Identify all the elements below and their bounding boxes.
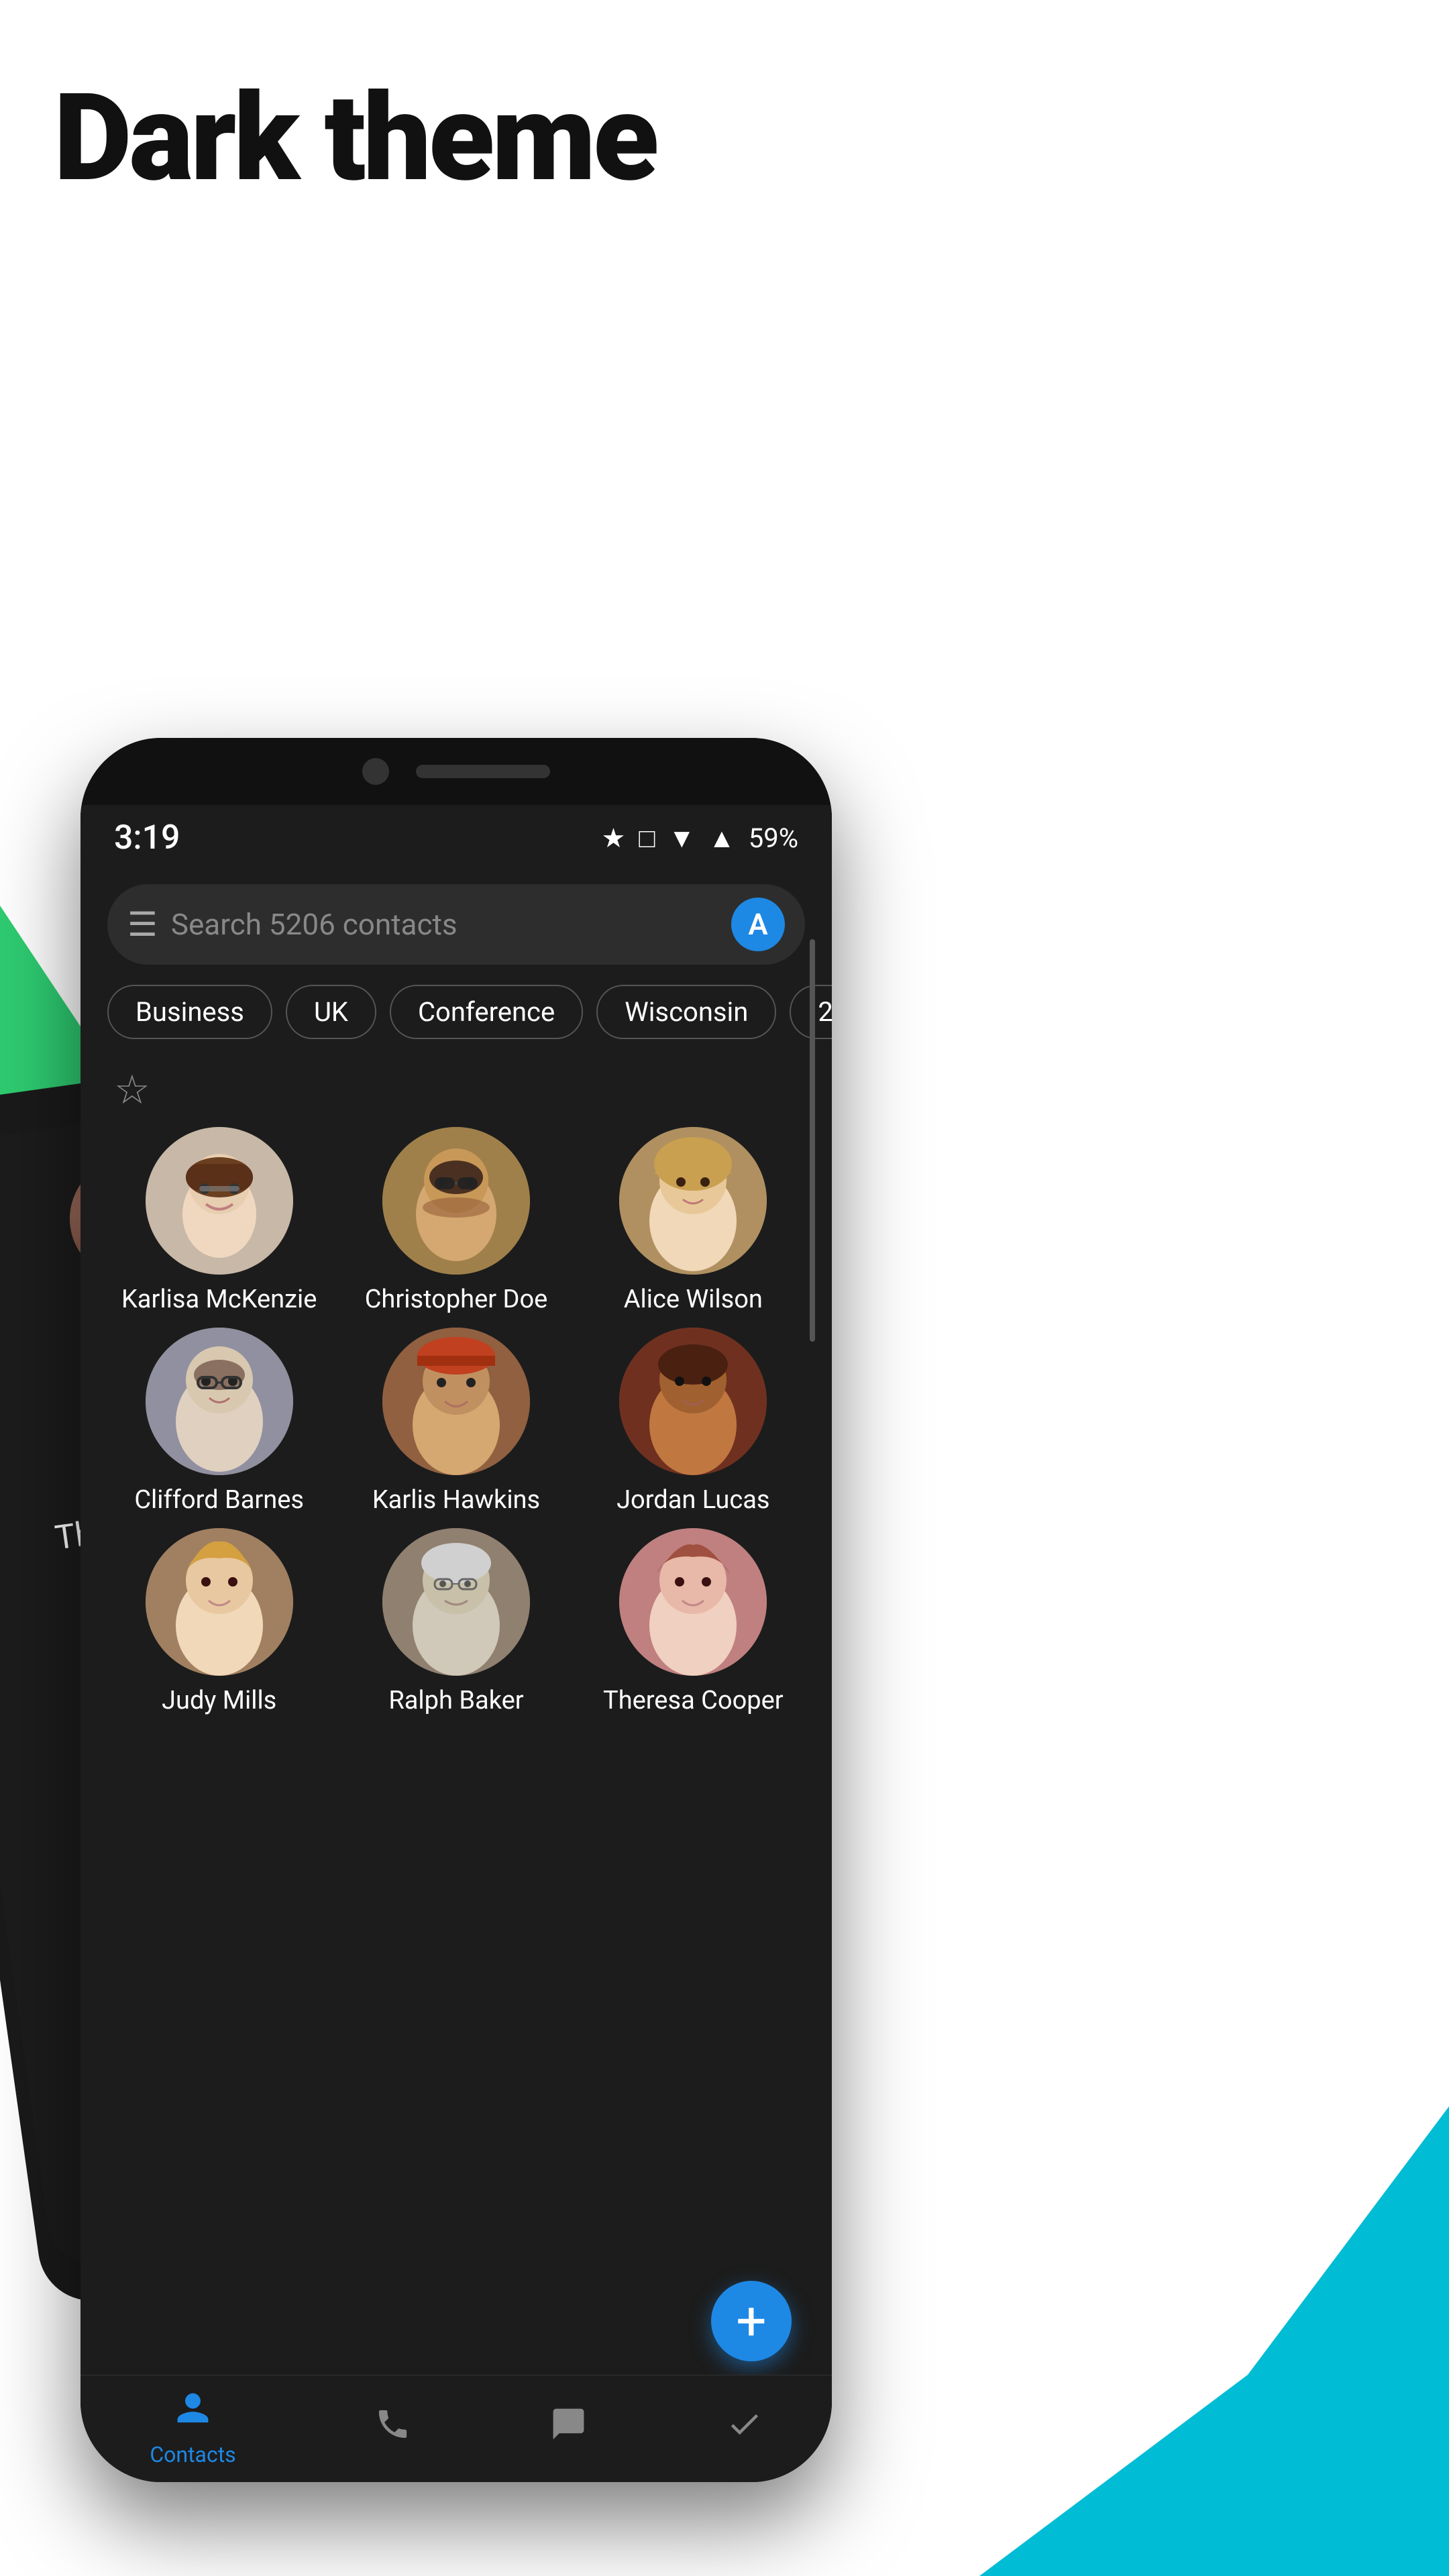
- status-time: 3:19: [114, 818, 180, 857]
- status-bar: 3:19 ★ □ ▼ ▲ 59%: [80, 805, 832, 871]
- contact-name-karlis: Karlis Hawkins: [372, 1485, 540, 1515]
- contact-clifford[interactable]: Clifford Barnes: [107, 1328, 331, 1515]
- contact-name-jordan: Jordan Lucas: [616, 1485, 769, 1515]
- contact-name-ralph: Ralph Baker: [388, 1686, 523, 1715]
- fab-container: +: [711, 2281, 792, 2361]
- status-icons: ★ □ ▼ ▲ 59%: [602, 822, 798, 854]
- signal-icon: ▲: [708, 822, 735, 854]
- phone-speaker: [416, 765, 550, 778]
- contact-avatar-karlis: [382, 1328, 530, 1475]
- contacts-grid: Karlisa McKenzie: [101, 1127, 812, 1715]
- user-avatar[interactable]: A: [731, 898, 785, 951]
- battery-level: 59%: [749, 822, 798, 854]
- nav-calls[interactable]: [374, 2406, 411, 2452]
- filter-tag-uk[interactable]: UK: [286, 985, 376, 1039]
- messages-nav-icon: [550, 2406, 587, 2452]
- contact-avatar-clifford: [146, 1328, 293, 1475]
- nav-contacts[interactable]: Contacts: [150, 2390, 235, 2467]
- contact-jordan[interactable]: Jordan Lucas: [582, 1328, 805, 1515]
- contact-ralph[interactable]: Ralph Baker: [344, 1528, 568, 1715]
- contact-avatar-karlisa: [146, 1127, 293, 1275]
- add-contact-fab[interactable]: +: [711, 2281, 792, 2361]
- contact-christopher[interactable]: Christopher Doe: [344, 1127, 568, 1314]
- contact-name-alice: Alice Wilson: [624, 1285, 763, 1314]
- calls-nav-icon: [374, 2406, 411, 2452]
- bottom-navigation: Contacts: [80, 2375, 832, 2482]
- contact-avatar-jordan: [619, 1328, 767, 1475]
- contact-avatar-judy: [146, 1528, 293, 1676]
- vibrate-icon: □: [639, 822, 655, 854]
- contact-theresa[interactable]: Theresa Cooper: [582, 1528, 805, 1715]
- favorites-star-icon[interactable]: ☆: [114, 1066, 150, 1114]
- search-placeholder[interactable]: Search 5206 contacts: [171, 907, 718, 942]
- contacts-area: ☆: [80, 1046, 832, 1729]
- wifi-icon: ▼: [669, 822, 696, 854]
- contact-avatar-alice: [619, 1127, 767, 1275]
- contact-avatar-theresa: [619, 1528, 767, 1676]
- contact-karlis[interactable]: Karlis Hawkins: [344, 1328, 568, 1515]
- scroll-indicator: [810, 939, 815, 1342]
- bluetooth-icon: ★: [602, 822, 626, 854]
- filter-tag-business[interactable]: Business: [107, 985, 272, 1039]
- tasks-nav-icon: [726, 2406, 763, 2452]
- contacts-header: ☆: [101, 1059, 812, 1120]
- search-bar[interactable]: ☰ Search 5206 contacts A: [107, 884, 805, 965]
- phone-screen: 3:19 ★ □ ▼ ▲ 59% ☰ Search 5206 contacts …: [80, 805, 832, 2482]
- contact-avatar-ralph: [382, 1528, 530, 1676]
- main-phone: 3:19 ★ □ ▼ ▲ 59% ☰ Search 5206 contacts …: [80, 738, 832, 2482]
- contact-name-christopher: Christopher Doe: [365, 1285, 548, 1314]
- phone-top-bar: [80, 738, 832, 805]
- contact-name-theresa: Theresa Cooper: [603, 1686, 784, 1715]
- contact-karlisa[interactable]: Karlisa McKenzie: [107, 1127, 331, 1314]
- contacts-nav-label: Contacts: [150, 2442, 235, 2467]
- menu-icon[interactable]: ☰: [127, 905, 158, 945]
- nav-messages[interactable]: [550, 2406, 587, 2452]
- phone-camera: [362, 758, 389, 785]
- contact-judy[interactable]: Judy Mills: [107, 1528, 331, 1715]
- contact-avatar-christopher: [382, 1127, 530, 1275]
- filter-tags-container: Business UK Conference Wisconsin 20: [80, 978, 832, 1046]
- contact-name-judy: Judy Mills: [162, 1686, 276, 1715]
- contacts-nav-icon: [174, 2390, 211, 2436]
- page-title: Dark theme: [54, 67, 656, 209]
- filter-tag-conference[interactable]: Conference: [390, 985, 583, 1039]
- contact-name-karlisa: Karlisa McKenzie: [121, 1285, 317, 1314]
- decorative-triangle-teal: [979, 2106, 1449, 2576]
- filter-tag-wisconsin[interactable]: Wisconsin: [596, 985, 776, 1039]
- contact-alice[interactable]: Alice Wilson: [582, 1127, 805, 1314]
- contact-name-clifford: Clifford Barnes: [134, 1485, 304, 1515]
- nav-tasks[interactable]: [726, 2406, 763, 2452]
